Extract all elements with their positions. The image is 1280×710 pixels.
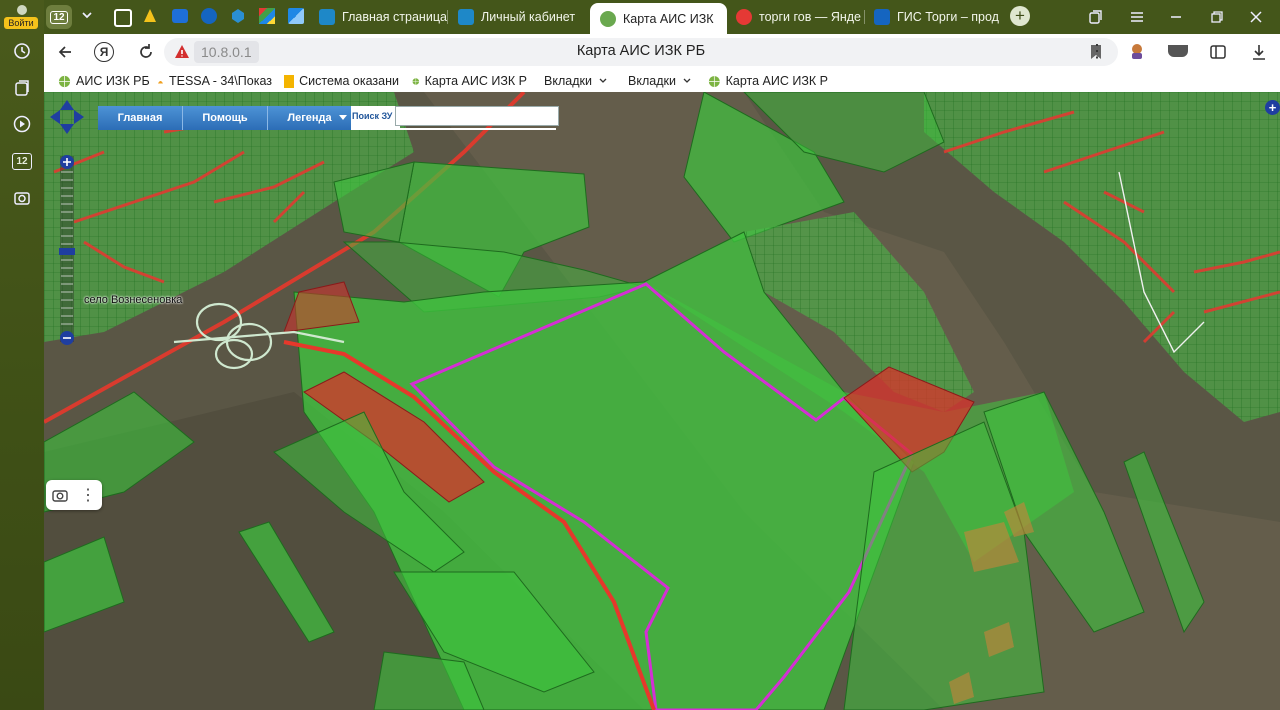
tab-gis-torgi[interactable]: ГИС Торги – прод: [874, 4, 999, 30]
minimize-icon[interactable]: [1168, 9, 1184, 28]
map-menu-home[interactable]: Главная: [98, 106, 183, 130]
divider: [351, 128, 556, 130]
tab-glavnaya[interactable]: Главная страница: [319, 4, 449, 30]
extension-icon[interactable]: [1168, 45, 1188, 57]
pinned-tab-icon[interactable]: [288, 8, 304, 24]
yandex-home-icon[interactable]: Я: [94, 42, 114, 62]
place-label: село Вознесеновка: [84, 294, 183, 306]
bookmark-folder-vkladki-2[interactable]: Вкладки: [628, 73, 692, 89]
reload-icon[interactable]: [137, 43, 155, 64]
tab-favicon-icon: [874, 9, 890, 25]
zoom-slider[interactable]: [59, 155, 75, 345]
login-button[interactable]: Войти: [4, 17, 38, 29]
page-title: Карта АИС ИЗК РБ: [576, 43, 706, 59]
download-icon[interactable]: [1250, 43, 1268, 64]
tab-karta-ais[interactable]: Карта АИС ИЗК: [590, 3, 727, 34]
pinned-tab-icon[interactable]: [114, 9, 132, 27]
bookmarks-bar: АИС ИЗК РБ TESSA - 34\Показ Система оказ…: [44, 70, 1280, 93]
collections-icon[interactable]: [8, 74, 36, 102]
new-tab-button[interactable]: +: [1010, 6, 1030, 26]
url-text[interactable]: 10.8.0.1: [194, 41, 259, 63]
pinned-tab-icon[interactable]: [143, 8, 157, 24]
insecure-warning-icon[interactable]: [174, 44, 190, 63]
pinned-tab-icon[interactable]: [230, 8, 246, 24]
pinned-tab-icon[interactable]: [259, 8, 275, 24]
sidebar-toggle-icon[interactable]: [1209, 43, 1227, 64]
restore-icon[interactable]: [1209, 9, 1225, 28]
tab-favicon-icon: [319, 9, 335, 25]
omnibox[interactable]: 10.8.0.1 Карта АИС ИЗК РБ: [164, 38, 1118, 66]
search-label: Поиск ЗУ: [351, 106, 400, 130]
pinned-tab-icon[interactable]: [172, 9, 188, 23]
tab-torgi-yandex[interactable]: торги гов — Янде: [736, 4, 866, 30]
globe-icon: [600, 10, 616, 27]
back-icon[interactable]: [56, 43, 74, 64]
collections-icon[interactable]: [1088, 9, 1104, 28]
map-menu-help[interactable]: Помощь: [183, 106, 268, 130]
globe-icon: [412, 77, 420, 85]
map-menu-legend[interactable]: Легенда: [268, 106, 352, 130]
yandex-icon: [736, 9, 752, 25]
browser-sidebar: Войти 12: [0, 0, 44, 710]
play-icon[interactable]: [8, 110, 36, 138]
chevron-down-icon[interactable]: [80, 8, 94, 25]
screenshot-icon[interactable]: [8, 184, 36, 212]
search-parcel-input[interactable]: [395, 106, 559, 126]
bookmark-karta-ais-2[interactable]: Карта АИС ИЗК Р: [708, 73, 828, 89]
tab-bar: 12 Главная страница Личный кабинет Карта…: [44, 0, 1280, 34]
tab-lichnyi-kabinet[interactable]: Личный кабинет: [458, 4, 588, 30]
menu-icon[interactable]: [1129, 9, 1145, 28]
history-icon[interactable]: [8, 37, 36, 65]
bookmark-sistema[interactable]: Система оказани: [284, 73, 399, 89]
close-icon[interactable]: [1248, 9, 1264, 28]
more-vertical-icon[interactable]: ⋮: [74, 480, 102, 510]
folder-icon: [284, 74, 295, 88]
camera-icon[interactable]: [46, 480, 74, 510]
pinned-tab-icon[interactable]: [201, 8, 217, 24]
globe-icon: [58, 75, 71, 87]
chevron-down-icon: [339, 115, 347, 120]
tab-counter-icon[interactable]: 12: [8, 147, 36, 175]
chevron-down-icon: [599, 78, 607, 83]
tab-favicon-icon: [458, 9, 474, 25]
bookmark-tessa[interactable]: TESSA - 34\Показ: [157, 73, 272, 89]
tessa-icon: [157, 80, 163, 83]
tab-count-button[interactable]: 12: [46, 5, 72, 29]
chevron-down-icon: [683, 78, 691, 83]
address-bar: Я 10.8.0.1 Карта АИС ИЗК РБ ⋮: [44, 34, 1280, 70]
floating-toolbar: ⋮: [46, 480, 102, 510]
bookmark-ais-izk[interactable]: АИС ИЗК РБ: [58, 73, 150, 89]
more-vertical-icon[interactable]: ⋮: [1088, 42, 1106, 60]
extension-icon[interactable]: [1127, 41, 1147, 61]
bookmark-karta-ais[interactable]: Карта АИС ИЗК Р: [412, 73, 527, 89]
layer-switcher-plus-icon[interactable]: +: [1265, 100, 1280, 115]
map-canvas[interactable]: [44, 92, 1280, 710]
globe-icon: [708, 75, 720, 87]
bookmark-folder-vkladki[interactable]: Вкладки: [544, 73, 608, 89]
map-viewport[interactable]: Главная Помощь Легенда Поиск ЗУ село Воз…: [44, 92, 1280, 710]
